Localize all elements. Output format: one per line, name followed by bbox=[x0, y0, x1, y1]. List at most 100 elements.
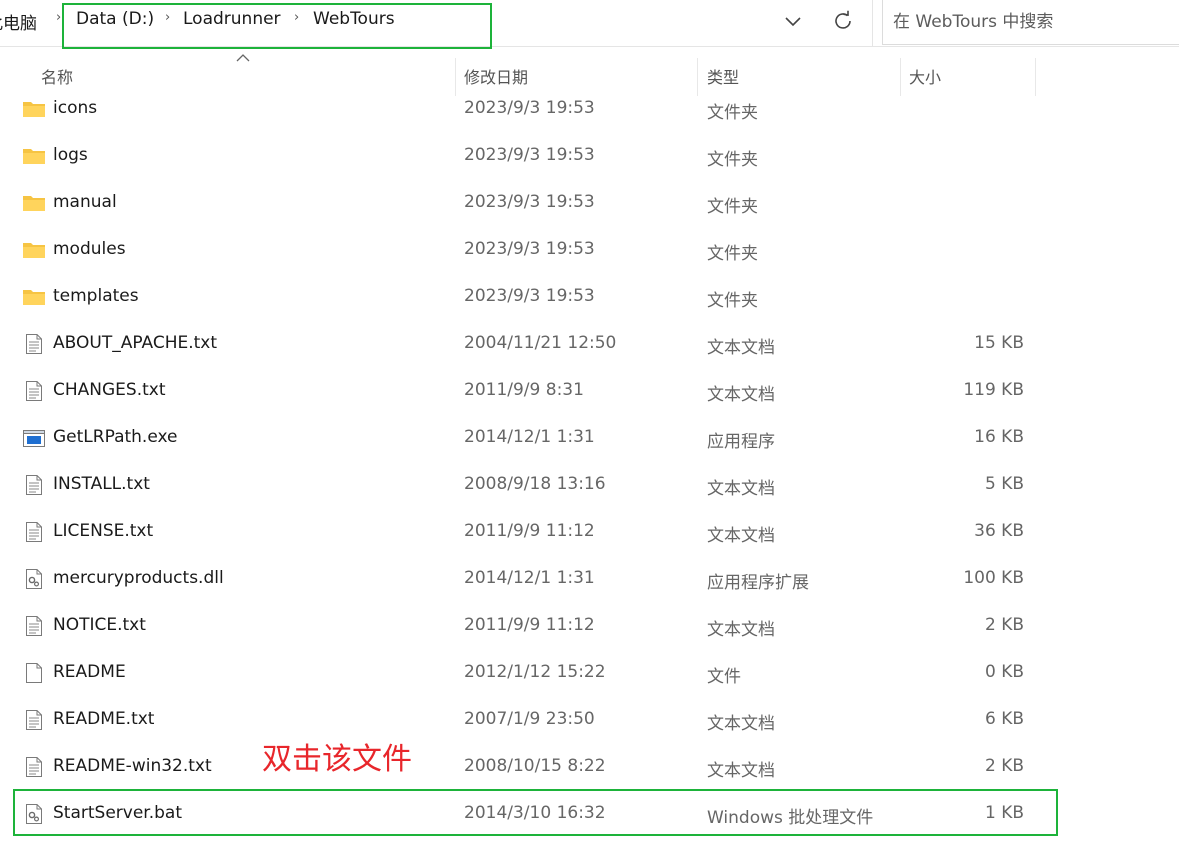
file-name: icons bbox=[53, 98, 98, 118]
file-row[interactable]: StartServer.bat 2014/3/10 16:32 Windows 批处… bbox=[0, 791, 1060, 838]
text-file-icon bbox=[22, 521, 46, 543]
file-date: 2012/1/12 15:22 bbox=[464, 662, 606, 682]
file-size: 119 KB bbox=[963, 380, 1024, 400]
file-date: 2008/10/15 8:22 bbox=[464, 756, 606, 776]
file-size: 6 KB bbox=[984, 709, 1024, 729]
folder-icon bbox=[22, 145, 46, 167]
file-date: 2014/12/1 1:31 bbox=[464, 568, 595, 588]
file-size: 36 KB bbox=[974, 521, 1024, 541]
file-type: 文件夹 bbox=[707, 291, 758, 311]
chevron-right-icon[interactable]: › bbox=[56, 10, 61, 25]
file-size: 1 KB bbox=[984, 803, 1024, 823]
file-size: 2 KB bbox=[984, 756, 1024, 776]
file-name: StartServer.bat bbox=[53, 803, 182, 823]
file-size: 15 KB bbox=[974, 333, 1024, 353]
file-name: logs bbox=[53, 145, 88, 165]
batch-file-icon bbox=[22, 803, 46, 825]
file-row[interactable]: mercuryproducts.dll 2014/12/1 1:31 应用程序扩展 1… bbox=[0, 556, 1060, 603]
file-name: README-win32.txt bbox=[53, 756, 212, 776]
file-size: 16 KB bbox=[974, 427, 1024, 447]
sort-ascending-icon bbox=[236, 54, 250, 62]
file-name: LICENSE.txt bbox=[53, 521, 154, 541]
file-date: 2023/9/3 19:53 bbox=[464, 192, 595, 212]
file-date: 2014/12/1 1:31 bbox=[464, 427, 595, 447]
folder-icon bbox=[22, 98, 46, 120]
file-date: 2014/3/10 16:32 bbox=[464, 803, 606, 823]
file-row[interactable]: LICENSE.txt 2011/9/9 11:12 文本文档 36 KB bbox=[0, 509, 1060, 556]
chevron-right-icon[interactable]: › bbox=[294, 10, 299, 25]
file-type: Windows 批处理文件 bbox=[707, 808, 874, 828]
file-type: 文本文档 bbox=[707, 620, 775, 640]
text-file-icon bbox=[22, 474, 46, 496]
file-row[interactable]: logs 2023/9/3 19:53 文件夹 bbox=[0, 133, 1060, 180]
breadcrumb-item-drive[interactable]: Data (D:) bbox=[76, 9, 154, 29]
file-name: GetLRPath.exe bbox=[53, 427, 178, 447]
file-name: templates bbox=[53, 286, 139, 306]
file-name: manual bbox=[53, 192, 117, 212]
file-name: mercuryproducts.dll bbox=[53, 568, 224, 588]
file-type: 文件夹 bbox=[707, 244, 758, 264]
file-row[interactable]: NOTICE.txt 2011/9/9 11:12 文本文档 2 KB bbox=[0, 603, 1060, 650]
file-row[interactable]: modules 2023/9/3 19:53 文件夹 bbox=[0, 227, 1060, 274]
file-name: ABOUT_APACHE.txt bbox=[53, 333, 218, 353]
file-type: 应用程序扩展 bbox=[707, 573, 809, 593]
file-row[interactable]: README-win32.txt 2008/10/15 8:22 文本文档 2 KB bbox=[0, 744, 1060, 791]
text-file-icon bbox=[22, 615, 46, 637]
breadcrumb-item-loadrunner[interactable]: Loadrunner bbox=[183, 9, 281, 29]
file-name: modules bbox=[53, 239, 126, 259]
blank-file-icon bbox=[22, 662, 46, 684]
file-type: 文件夹 bbox=[707, 197, 758, 217]
file-row[interactable]: CHANGES.txt 2011/9/9 8:31 文本文档 119 KB bbox=[0, 368, 1060, 415]
file-type: 文件 bbox=[707, 667, 741, 687]
file-row[interactable]: GetLRPath.exe 2014/12/1 1:31 应用程序 16 KB bbox=[0, 415, 1060, 462]
file-type: 文件夹 bbox=[707, 150, 758, 170]
file-date: 2011/9/9 8:31 bbox=[464, 380, 584, 400]
file-name: README.txt bbox=[53, 709, 155, 729]
file-date: 2004/11/21 12:50 bbox=[464, 333, 617, 353]
file-type: 文本文档 bbox=[707, 714, 775, 734]
history-dropdown-button[interactable] bbox=[777, 6, 809, 36]
refresh-icon bbox=[835, 10, 851, 29]
file-row[interactable]: README.txt 2007/1/9 23:50 文本文档 6 KB bbox=[0, 697, 1060, 744]
folder-icon bbox=[22, 286, 46, 308]
file-date: 2023/9/3 19:53 bbox=[464, 286, 595, 306]
text-file-icon bbox=[22, 709, 46, 731]
breadcrumb-item-webtours[interactable]: WebTours bbox=[313, 9, 395, 29]
file-row[interactable]: icons 2023/9/3 19:53 文件夹 bbox=[0, 86, 1060, 133]
file-name: README bbox=[53, 662, 126, 682]
file-row[interactable]: templates 2023/9/3 19:53 文件夹 bbox=[0, 274, 1060, 321]
chevron-right-icon[interactable]: › bbox=[165, 10, 170, 25]
file-name: NOTICE.txt bbox=[53, 615, 146, 635]
file-row[interactable]: manual 2023/9/3 19:53 文件夹 bbox=[0, 180, 1060, 227]
folder-icon bbox=[22, 192, 46, 214]
divider bbox=[872, 0, 873, 46]
file-row[interactable]: INSTALL.txt 2008/9/18 13:16 文本文档 5 KB bbox=[0, 462, 1060, 509]
file-size: 0 KB bbox=[984, 662, 1024, 682]
file-type: 文本文档 bbox=[707, 479, 775, 499]
breadcrumb-root[interactable]: 此电脑 bbox=[0, 9, 37, 34]
file-size: 100 KB bbox=[963, 568, 1024, 588]
file-type: 文本文档 bbox=[707, 385, 775, 405]
search-input[interactable] bbox=[891, 9, 1165, 35]
file-date: 2007/1/9 23:50 bbox=[464, 709, 595, 729]
file-row[interactable]: ABOUT_APACHE.txt 2004/11/21 12:50 文本文档 15 K… bbox=[0, 321, 1060, 368]
address-bar: 此电脑 › Data (D:) › Loadrunner › WebTours bbox=[0, 0, 1179, 47]
file-date: 2008/9/18 13:16 bbox=[464, 474, 606, 494]
annotation-label: 双击该文件 bbox=[262, 742, 412, 777]
file-row[interactable]: README 2012/1/12 15:22 文件 0 KB bbox=[0, 650, 1060, 697]
chevron-down-icon bbox=[785, 17, 801, 27]
file-size: 5 KB bbox=[984, 474, 1024, 494]
file-type: 文本文档 bbox=[707, 338, 775, 358]
refresh-button[interactable] bbox=[827, 6, 859, 36]
file-date: 2023/9/3 19:53 bbox=[464, 145, 595, 165]
file-date: 2011/9/9 11:12 bbox=[464, 615, 595, 635]
file-size: 2 KB bbox=[984, 615, 1024, 635]
dll-file-icon bbox=[22, 568, 46, 590]
search-box[interactable] bbox=[882, 0, 1179, 45]
file-type: 应用程序 bbox=[707, 432, 775, 452]
file-type: 文本文档 bbox=[707, 761, 775, 781]
text-file-icon bbox=[22, 756, 46, 778]
file-date: 2011/9/9 11:12 bbox=[464, 521, 595, 541]
exe-file-icon bbox=[22, 427, 46, 449]
folder-icon bbox=[22, 239, 46, 261]
